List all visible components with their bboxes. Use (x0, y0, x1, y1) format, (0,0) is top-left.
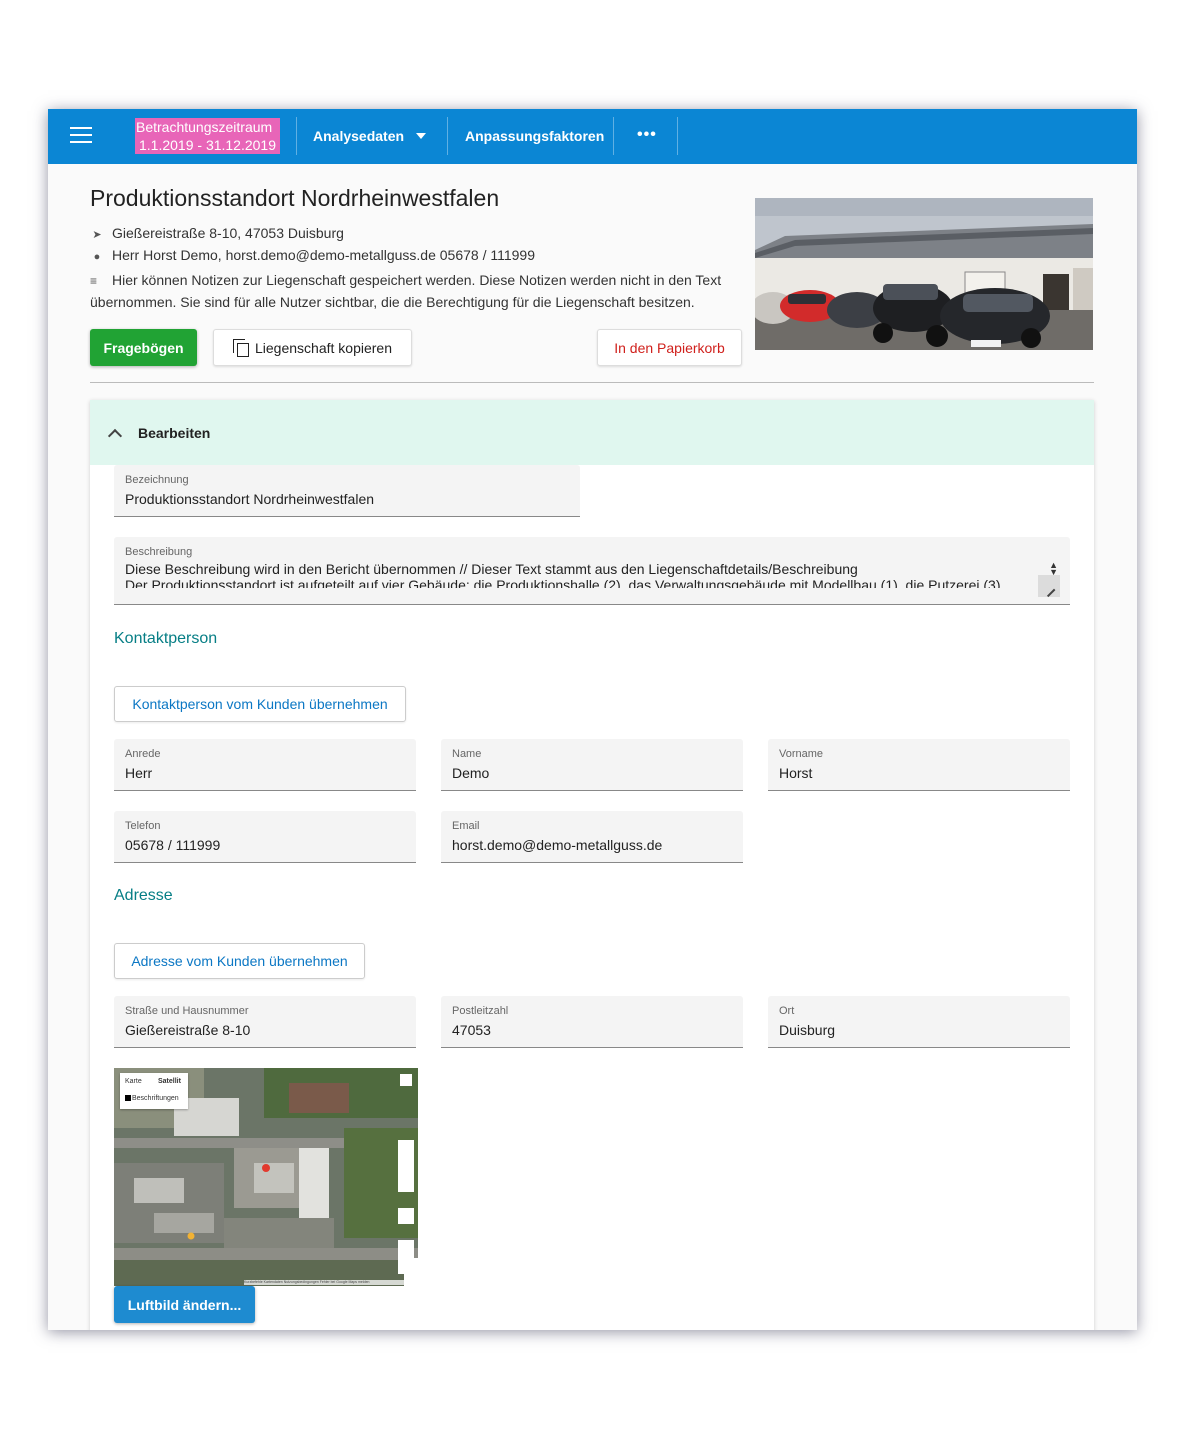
zip-label: Postleitzahl (452, 1005, 509, 1017)
divider (447, 117, 448, 155)
description-textarea[interactable]: Beschreibung Diese Beschreibung wird in … (114, 537, 1070, 605)
notes-text-block: ≡ Hier können Notizen zur Liegenschaft ge… (90, 270, 740, 313)
top-navigation-bar: Betrachtungszeitraum 1.1.2019 - 31.12.20… (48, 109, 1137, 164)
name-field[interactable]: Bezeichnung Produktionsstandort Nordrhei… (114, 465, 580, 517)
email-value: horst.demo@demo-metallguss.de (452, 837, 663, 853)
email-label: Email (452, 820, 480, 832)
first-name-value: Horst (779, 765, 813, 781)
edit-panel-title: Bearbeiten (138, 424, 211, 441)
phone-field[interactable]: Telefon 05678 / 111999 (114, 811, 416, 863)
person-icon: ● (93, 251, 101, 263)
divider (296, 117, 297, 155)
first-name-field[interactable]: Vorname Horst (768, 739, 1070, 791)
phone-label: Telefon (125, 820, 161, 832)
change-aerial-image-button[interactable]: Luftbild ändern... (114, 1286, 255, 1323)
satellite-map[interactable]: Karte Satellit Beschriftungen Kurzbefehl… (114, 1068, 418, 1286)
questionnaires-button[interactable]: Fragebögen (90, 329, 197, 366)
divider (613, 117, 614, 155)
salutation-label: Anrede (125, 748, 161, 760)
period-range: 1.1.2019 - 31.12.2019 (139, 137, 277, 153)
street-field[interactable]: Straße und Hausnummer Gießereistraße 8-1… (114, 996, 416, 1048)
analysis-data-menu[interactable]: Analysedaten (313, 109, 427, 164)
street-label: Straße und Hausnummer (125, 1005, 249, 1017)
contact-text: Herr Horst Demo, horst.demo@demo-metallg… (112, 247, 536, 263)
first-name-label: Vorname (779, 748, 824, 760)
period-label: Betrachtungszeitraum (136, 119, 273, 135)
analysis-data-label: Analysedaten (313, 128, 405, 144)
address-section-title: Adresse (114, 887, 173, 904)
map-tab[interactable]: Karte (125, 1078, 142, 1085)
more-options-icon[interactable]: ••• (637, 126, 657, 144)
move-to-trash-button[interactable]: In den Papierkorb (597, 329, 742, 366)
street-value: Gießereistraße 8-10 (125, 1022, 251, 1038)
contact-section-title: Kontaktperson (114, 630, 218, 647)
satellite-tab[interactable]: Satellit (158, 1078, 181, 1085)
city-field[interactable]: Ort Duisburg (768, 996, 1070, 1048)
city-value: Duisburg (779, 1022, 836, 1038)
last-name-value: Demo (452, 765, 490, 781)
resize-handle-icon[interactable] (1038, 575, 1060, 597)
description-value: Diese Beschreibung wird in den Bericht ü… (125, 561, 1001, 588)
copy-address-from-customer-button[interactable]: Adresse vom Kunden übernehmen (114, 943, 365, 979)
property-photo (755, 198, 1093, 350)
edit-panel-header[interactable]: Bearbeiten (90, 400, 1094, 465)
last-name-field[interactable]: Name Demo (441, 739, 743, 791)
email-field[interactable]: Email horst.demo@demo-metallguss.de (441, 811, 743, 863)
map-footer: Kurzbefehle Kartendaten Nutzungsbedingun… (244, 1280, 418, 1285)
notes-text: Hier können Notizen zur Liegenschaft ges… (90, 272, 722, 310)
page-title: Produktionsstandort Nordrheinwestfalen (90, 185, 500, 211)
map-type-control: Karte Satellit Beschriftungen (120, 1073, 188, 1109)
chevron-up-icon (107, 428, 123, 443)
labels-option: Beschriftungen (132, 1095, 179, 1102)
address-line: ➤ Gießereistraße 8-10, 47053 Duisburg (90, 225, 344, 241)
edit-panel: Bearbeiten Bezeichnung Produktionsstando… (90, 400, 1094, 1330)
navigation-arrow-icon: ➤ (92, 229, 102, 241)
contact-line: ● Herr Horst Demo, horst.demo@demo-metall… (90, 247, 535, 263)
labels-checkbox[interactable]: Beschriftungen (125, 1095, 179, 1102)
fullscreen-icon[interactable] (400, 1074, 412, 1086)
caret-down-icon (416, 133, 427, 139)
zoom-control[interactable] (398, 1140, 414, 1192)
copy-icon (233, 338, 249, 357)
name-field-value: Produktionsstandort Nordrheinwestfalen (125, 491, 375, 507)
address-text: Gießereistraße 8-10, 47053 Duisburg (112, 225, 344, 241)
scroll-arrows-icon[interactable]: ▲ ▼ (1049, 561, 1058, 577)
zip-field[interactable]: Postleitzahl 47053 (441, 996, 743, 1048)
period-selector[interactable]: Betrachtungszeitraum 1.1.2019 - 31.12.20… (135, 118, 280, 154)
description-label: Beschreibung (125, 546, 193, 558)
adjustment-factors-menu[interactable]: Anpassungsfaktoren (465, 109, 604, 164)
copy-property-button[interactable]: Liegenschaft kopieren (213, 329, 412, 366)
app-window: Betrachtungszeitraum 1.1.2019 - 31.12.20… (48, 109, 1137, 1330)
copy-contact-from-customer-button[interactable]: Kontaktperson vom Kunden übernehmen (114, 686, 406, 722)
checkbox-icon (125, 1095, 131, 1101)
zip-value: 47053 (452, 1022, 491, 1038)
divider (90, 382, 1094, 383)
hamburger-menu-icon[interactable] (70, 127, 94, 145)
phone-value: 05678 / 111999 (125, 837, 221, 853)
salutation-value: Herr (125, 765, 153, 781)
name-field-label: Bezeichnung (125, 474, 189, 486)
last-name-label: Name (452, 748, 482, 760)
zoom-buttons[interactable] (398, 1240, 414, 1274)
salutation-field[interactable]: Anrede Herr (114, 739, 416, 791)
pegman-icon[interactable] (398, 1208, 414, 1224)
city-label: Ort (779, 1005, 795, 1017)
divider (677, 117, 678, 155)
copy-property-label: Liegenschaft kopieren (255, 339, 392, 356)
notes-lines-icon: ≡ (90, 274, 98, 288)
